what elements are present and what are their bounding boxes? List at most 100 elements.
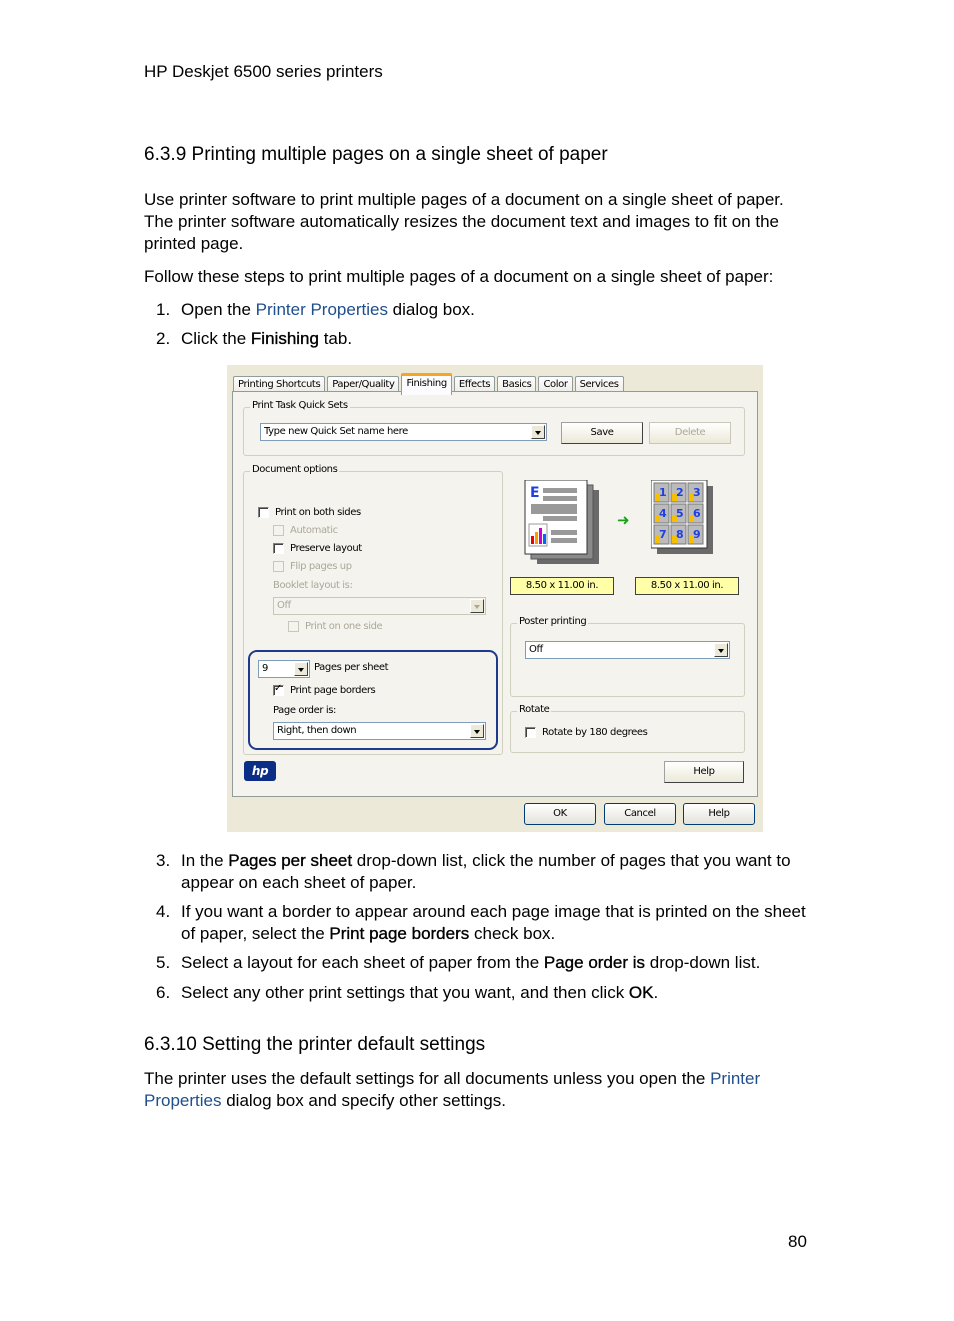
intro-paragraph: Use printer software to print multiple p…	[144, 190, 784, 253]
pages-per-sheet-label: Pages per sheet	[314, 662, 389, 673]
document-options-group: Document options Print on both sides Aut…	[243, 464, 503, 755]
cancel-button[interactable]: Cancel	[604, 803, 676, 825]
svg-text:E: E	[530, 485, 539, 501]
quick-sets-group-label: Print Task Quick Sets	[250, 400, 350, 411]
thumbnail-page-number: 4	[659, 507, 667, 520]
step-text: check box.	[469, 924, 556, 943]
nine-up-output-icon: 123 456 789	[650, 479, 713, 554]
checkbox-box[interactable]	[273, 543, 284, 554]
thumbnail-page-number: 3	[693, 486, 700, 499]
running-header: HP Deskjet 6500 series printers	[144, 62, 383, 81]
tab-finishing[interactable]: Finishing	[401, 373, 452, 395]
step-text: .	[653, 983, 659, 1002]
chevron-down-icon[interactable]	[531, 425, 545, 439]
chevron-down-icon[interactable]	[470, 599, 484, 613]
step-number: 1.	[156, 300, 171, 319]
paragraph-text: dialog box and specify other settings.	[221, 1091, 506, 1110]
page-order-combo[interactable]: Right, then down	[273, 722, 486, 740]
flip-pages-up-checkbox[interactable]: Flip pages up	[273, 561, 352, 572]
panel-help-button[interactable]: Help	[664, 761, 744, 783]
step-item: 4. If you want a border to appear around…	[144, 901, 816, 945]
step-text: Open the	[181, 300, 256, 319]
help-button[interactable]: Help	[683, 803, 755, 825]
checkbox-label: Print on both sides	[275, 507, 361, 518]
arrow-right-icon: ➜	[617, 511, 630, 529]
automatic-checkbox[interactable]: Automatic	[273, 525, 338, 536]
thumbnail-page-number: 1	[659, 486, 666, 499]
page-order-label: Page order is:	[273, 705, 336, 716]
thumbnail-page-number: 7	[659, 528, 666, 541]
booklet-layout-label: Booklet layout is:	[273, 580, 353, 591]
checkbox-label: Print page borders	[290, 685, 376, 696]
step-bold-term: Pages per sheet	[228, 851, 353, 870]
step-item: 3. In the Pages per sheet drop-down list…	[144, 850, 816, 894]
steps-list-2: 3. In the Pages per sheet drop-down list…	[144, 850, 816, 1004]
delete-button[interactable]: Delete	[649, 422, 731, 444]
checkbox-label: Rotate by 180 degrees	[542, 727, 648, 738]
checkbox-box[interactable]	[525, 727, 536, 738]
booklet-layout-value: Off	[277, 600, 291, 611]
step-number: 6.	[156, 983, 171, 1002]
output-size-label: 8.50 x 11.00 in.	[635, 577, 739, 595]
checkbox-box[interactable]	[258, 507, 269, 518]
section-heading-6-3-10: 6.3.10 Setting the printer default setti…	[144, 1034, 486, 1055]
steps-list-1: 1. Open the Printer Properties dialog bo…	[144, 299, 816, 350]
thumbnail-page-number: 5	[676, 507, 683, 520]
checkbox-box-checked[interactable]	[273, 683, 284, 696]
paragraph-text: The printer uses the default settings fo…	[144, 1069, 711, 1088]
step-number: 3.	[156, 851, 171, 870]
poster-printing-group: Poster printing Off	[510, 616, 745, 697]
step-bold-term: Page order is	[543, 953, 646, 972]
checkbox-box[interactable]	[273, 525, 284, 536]
printer-properties-dialog: Printing Shortcuts Paper/Quality Finishi…	[227, 365, 763, 832]
finishing-tab-panel: Print Task Quick Sets Type new Quick Set…	[232, 391, 758, 797]
step-item: 5. Select a layout for each sheet of pap…	[144, 952, 816, 974]
print-both-sides-checkbox[interactable]: Print on both sides	[258, 507, 361, 518]
booklet-layout-combo[interactable]: Off	[273, 597, 486, 615]
thumbnail-page-number: 6	[693, 507, 701, 520]
step-bold-term: Print page borders	[329, 924, 470, 943]
step-text: Select any other print settings that you…	[181, 983, 629, 1002]
rotate-180-checkbox[interactable]: Rotate by 180 degrees	[525, 727, 648, 738]
thumbnail-page-number: 8	[676, 528, 683, 541]
page-order-value: Right, then down	[277, 725, 357, 736]
step-text: Select a layout for each sheet of paper …	[181, 953, 544, 972]
source-document-icon: E	[523, 479, 603, 565]
steps-lead-paragraph: Follow these steps to print multiple pag…	[144, 267, 774, 286]
printer-properties-link[interactable]: Printer Properties	[256, 300, 388, 319]
rotate-group: Rotate Rotate by 180 degrees	[510, 704, 745, 753]
quick-sets-group: Print Task Quick Sets Type new Quick Set…	[243, 400, 745, 456]
quick-set-name-value: Type new Quick Set name here	[264, 426, 408, 437]
print-page-borders-checkbox[interactable]: Print page borders	[273, 683, 376, 696]
poster-printing-group-label: Poster printing	[517, 616, 589, 627]
step-text: In the	[181, 851, 229, 870]
checkbox-box[interactable]	[288, 621, 299, 632]
rotate-group-label: Rotate	[517, 704, 552, 715]
step-number: 5.	[156, 953, 171, 972]
source-size-label: 8.50 x 11.00 in.	[510, 577, 614, 595]
step-text: Click the	[181, 329, 251, 348]
checkbox-label: Automatic	[290, 525, 338, 536]
print-one-side-checkbox[interactable]: Print on one side	[288, 621, 383, 632]
quick-set-name-combo[interactable]: Type new Quick Set name here	[260, 423, 547, 441]
checkbox-label: Flip pages up	[290, 561, 352, 572]
step-number: 4.	[156, 902, 171, 921]
ok-button[interactable]: OK	[524, 803, 596, 825]
thumbnail-page-number: 9	[693, 528, 700, 541]
step-number: 2.	[156, 329, 171, 348]
poster-printing-combo[interactable]: Off	[525, 641, 730, 659]
step-text: dialog box.	[387, 300, 475, 319]
hp-logo[interactable]: hp	[244, 761, 276, 781]
preserve-layout-checkbox[interactable]: Preserve layout	[273, 543, 362, 554]
pages-per-sheet-value: 9	[262, 663, 268, 674]
checkbox-label: Print on one side	[305, 621, 383, 632]
chevron-down-icon[interactable]	[470, 724, 484, 738]
chevron-down-icon[interactable]	[714, 643, 728, 657]
checkbox-label: Preserve layout	[290, 543, 362, 554]
save-button[interactable]: Save	[561, 422, 643, 444]
chevron-down-icon[interactable]	[294, 662, 308, 676]
step-bold-term: Finishing	[250, 329, 319, 348]
pages-per-sheet-combo[interactable]: 9	[258, 660, 310, 678]
checkbox-box[interactable]	[273, 561, 284, 572]
step-text: drop-down list.	[645, 953, 761, 972]
